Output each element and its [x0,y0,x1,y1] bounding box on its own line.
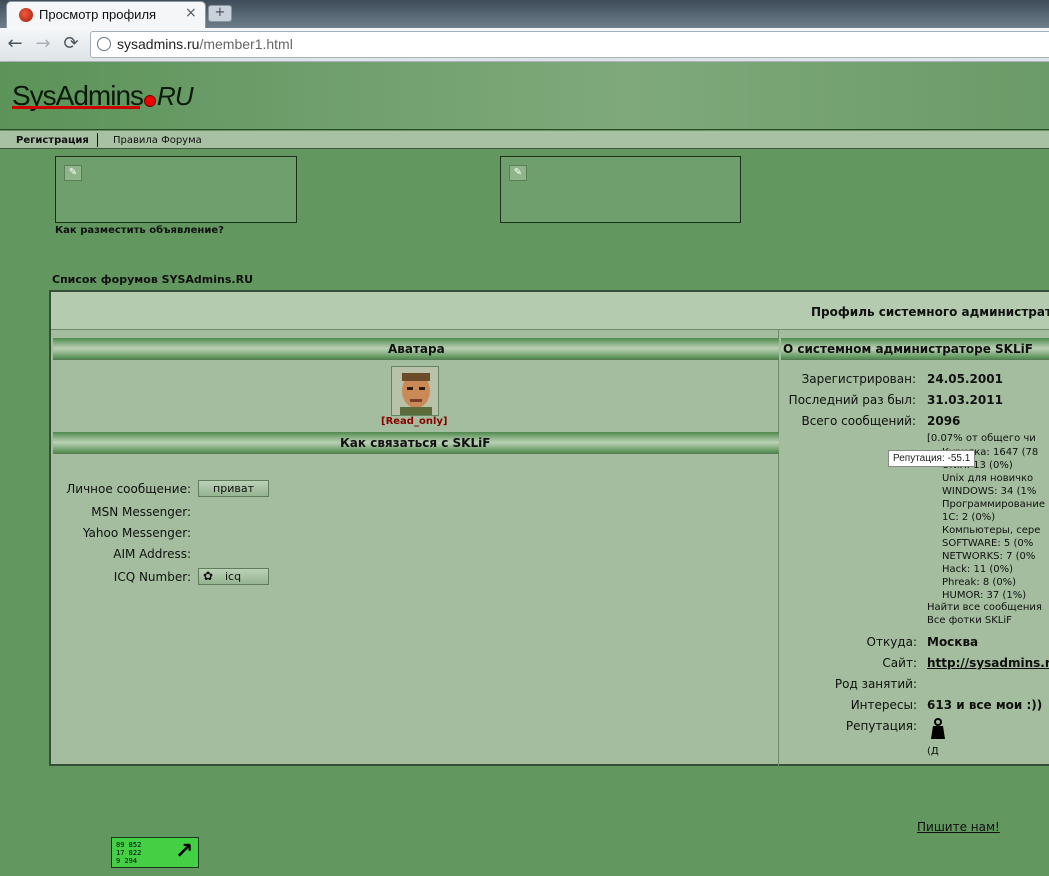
ad-box-right[interactable]: ✎ [500,156,741,223]
avatar [391,366,439,416]
last-visit-value: 31.03.2011 [927,393,1003,407]
forum-list-link[interactable]: Список форумов SYSAdmins.RU [52,273,253,286]
site-header: SysAdmins RU [0,62,1049,130]
icq-flower-icon: ✿ [203,569,214,583]
ad-box-left[interactable]: ✎ [55,156,297,223]
site-label: Сайт: [882,656,917,670]
contact-label-pm: Личное сообщение: [66,482,191,496]
interests-label: Интересы: [850,698,917,712]
contact-section-header: Как связаться с SKLiF [53,432,779,454]
forum-stat-item[interactable]: 1C: 2 (0%) [942,511,1045,524]
registered-label: Зарегистрирован: [801,372,916,386]
forum-stat-item[interactable]: Phreak: 8 (0%) [942,576,1045,589]
back-arrow-icon[interactable]: ← [4,33,26,55]
contact-label-aim: AIM Address: [113,547,191,561]
forum-stat-item[interactable]: Unix для новичко [942,472,1045,485]
forum-stat-item[interactable]: HUMOR: 37 (1%) [942,589,1045,602]
wrench-icon: ✎ [64,165,82,181]
counter-line: 89 852 [116,841,142,849]
write-us-link[interactable]: Пишите нам! [917,820,1000,834]
globe-icon [97,37,111,51]
wrench-icon: ✎ [509,165,527,181]
profile-title: Профиль системного администратора [811,305,1049,319]
ad-how-to-link[interactable]: Как разместить объявление? [55,225,224,236]
interests-value: 613 и все мои :)) [927,698,1043,712]
occupation-label: Род занятий: [834,677,917,691]
forum-stat-item[interactable]: SOFTWARE: 5 (0% [942,537,1045,550]
tab-close-icon[interactable]: × [185,5,197,21]
reputation-weight-icon[interactable] [928,717,948,741]
forum-stat-item[interactable]: WINDOWS: 34 (1% [942,485,1045,498]
logo-dot-icon [144,95,157,107]
url-path: /member1.html [199,36,293,52]
about-header-label: О системном администраторе SKLiF [783,342,1033,356]
menu-rules-link[interactable]: Правила Форума [113,135,202,146]
menu-divider [97,133,98,147]
counter-line: 17 822 [116,849,142,857]
forum-stat-item[interactable]: Компьютеры, сере [942,524,1045,537]
website-link[interactable]: http://sysadmins.r [927,656,1049,670]
from-value: Москва [927,635,979,649]
forum-stat-item[interactable]: Hack: 11 (0%) [942,563,1045,576]
from-label: Откуда: [866,635,917,649]
about-section-header: О системном администраторе SKLiF [781,338,1049,360]
url-host: sysadmins.ru [117,36,200,52]
logo-underline [12,106,140,109]
browser-tab[interactable]: Просмотр профиля × [6,1,206,28]
contact-label-msn: MSN Messenger: [91,505,191,519]
address-bar[interactable]: sysadmins.ru/member1.html [90,31,1049,58]
browser-toolbar: ← → ⟳ sysadmins.ru/member1.html [0,28,1049,62]
private-message-button[interactable]: приват [198,480,269,497]
url-text[interactable]: sysadmins.ru/member1.html [117,36,293,52]
counter-lines: 89 852 17 822 9 294 [116,841,141,865]
reputation-label: Репутация: [845,719,917,733]
new-tab-button[interactable]: + [208,5,232,22]
counter-line: 9 294 [116,857,138,865]
forum-post-stats: Курилка: 1647 (78 UNIX: 13 (0%) Unix для н… [942,446,1045,602]
all-photos-link[interactable]: Все фотки SKLiF [927,615,1012,626]
contact-label-yahoo: Yahoo Messenger: [82,526,191,540]
forum-stat-item[interactable]: NETWORKS: 7 (0% [942,550,1045,563]
menu-register-link[interactable]: Регистрация [16,135,89,146]
registered-value: 24.05.2001 [927,372,1003,386]
last-visit-label: Последний раз был: [788,393,916,407]
posts-label: Всего сообщений: [801,414,916,428]
tab-title: Просмотр профиля [39,7,157,22]
avatar-section-header: Аватара [53,338,779,360]
site-menu: Регистрация Правила Форума [0,131,1049,149]
icq-button[interactable]: ✿ icq [198,568,269,585]
visitor-counter[interactable]: 89 852 17 822 9 294 ↗ [111,837,199,868]
contact-header-label: Как связаться с SKLiF [340,436,491,450]
reputation-tooltip: Репутация: -55.1 [888,450,976,467]
avatar-header-label: Аватара [388,342,445,356]
site-favicon-icon [19,8,33,22]
logo-ru-text: RU [157,81,194,111]
profile-header: Профиль системного администратора [51,292,1049,330]
posts-value: 2096 [927,414,961,428]
arrow-up-right-icon: ↗ [175,839,194,864]
find-all-posts-link[interactable]: Найти все сообщения [927,602,1042,613]
profile-table: Профиль системного администратора Аватар… [49,290,1049,766]
column-divider [778,330,779,766]
icq-button-label: icq [225,570,242,583]
read-only-badge: [Read_only] [381,416,448,427]
forum-stat-item[interactable]: Программирование [942,498,1045,511]
contact-label-icq: ICQ Number: [113,570,191,584]
forward-arrow-icon[interactable]: → [32,33,54,55]
reputation-note: (Д [927,746,939,757]
browser-tab-strip: Просмотр профиля × + [0,0,1049,28]
posts-share: [0.07% от общего чи [927,433,1036,444]
reload-icon[interactable]: ⟳ [60,33,82,55]
